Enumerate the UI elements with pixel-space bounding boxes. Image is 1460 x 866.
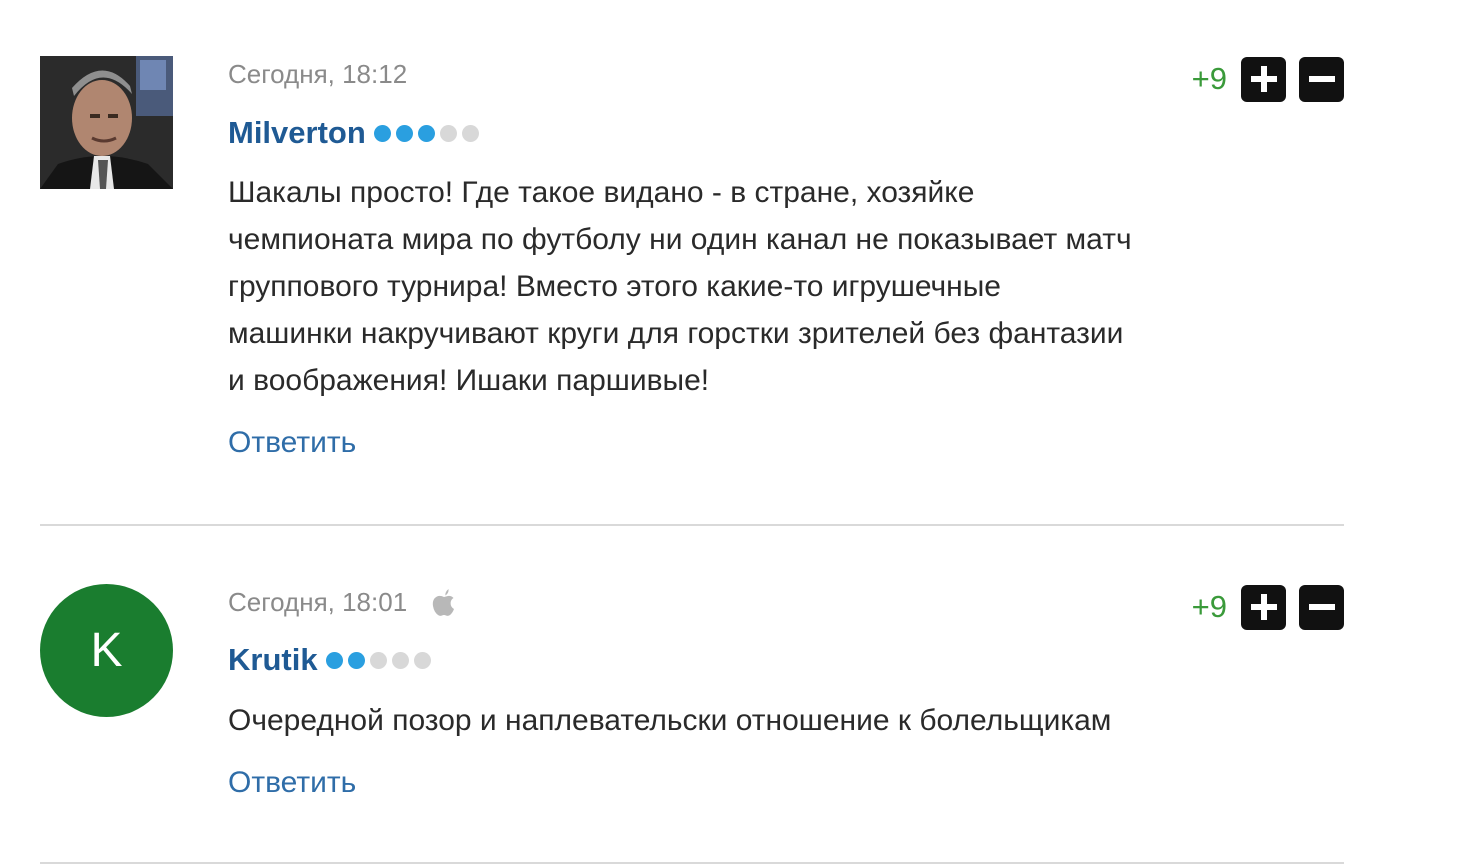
author-row: Milverton: [228, 113, 479, 153]
comment-text-line: Шакалы просто! Где такое видано - в стра…: [228, 176, 975, 209]
user-rating-dots: [325, 651, 431, 669]
comment-divider: [40, 862, 1344, 864]
rating-dot: [373, 124, 391, 142]
plus-icon: [1250, 66, 1277, 92]
comment-text-line: Очередной позор и наплевательски отношен…: [228, 704, 1112, 737]
rating-dot: [413, 651, 431, 669]
user-avatar[interactable]: [40, 56, 173, 189]
rating-dot: [439, 124, 457, 142]
user-rating-dots: [373, 124, 479, 142]
minus-icon: [1308, 604, 1335, 610]
comment-meta: Сегодня, 18:12: [228, 56, 407, 92]
comment-time: Сегодня, 18:12: [228, 58, 408, 89]
comment-score: +9: [1191, 61, 1227, 96]
comment-text: Очередной позор и наплевательски отношен…: [228, 697, 1348, 744]
comment-time: Сегодня, 18:01: [228, 586, 408, 617]
minus-icon: [1308, 76, 1335, 82]
comment-score: +9: [1191, 589, 1227, 624]
reply-link[interactable]: Ответить: [228, 766, 356, 800]
author-row: Krutik: [228, 640, 431, 680]
rating-dot: [391, 651, 409, 669]
author-name[interactable]: Milverton: [228, 115, 366, 151]
comment-text-line: машинки накручивают круги для горстки зр…: [228, 317, 1124, 350]
comment-divider: [40, 524, 1344, 526]
downvote-button[interactable]: [1299, 584, 1344, 630]
reply-link[interactable]: Ответить: [228, 426, 356, 460]
vote-controls: +9: [1192, 56, 1344, 102]
rating-dot: [461, 124, 479, 142]
vote-controls: +9: [1192, 584, 1344, 630]
user-avatar[interactable]: K: [40, 584, 173, 717]
downvote-button[interactable]: [1299, 56, 1344, 102]
comment-text-line: чемпионата мира по футболу ни один канал…: [228, 223, 1132, 256]
rating-dot: [347, 651, 365, 669]
apple-icon: [431, 587, 457, 617]
avatar-photo-icon: [40, 56, 173, 189]
plus-icon: [1250, 594, 1277, 620]
comment-text-line: группового турнира! Вместо этого какие-т…: [228, 270, 1001, 303]
rating-dot: [417, 124, 435, 142]
rating-dot: [325, 651, 343, 669]
upvote-button[interactable]: [1241, 584, 1286, 630]
author-name[interactable]: Krutik: [228, 642, 318, 678]
comment-meta: Сегодня, 18:01: [228, 584, 457, 620]
upvote-button[interactable]: [1241, 56, 1286, 102]
rating-dot: [395, 124, 413, 142]
rating-dot: [369, 651, 387, 669]
comment-text: Шакалы просто! Где такое видано - в стра…: [228, 169, 1348, 404]
avatar-letter: K: [90, 624, 123, 677]
comment-text-line: и воображения! Ишаки паршивые!: [228, 364, 710, 397]
